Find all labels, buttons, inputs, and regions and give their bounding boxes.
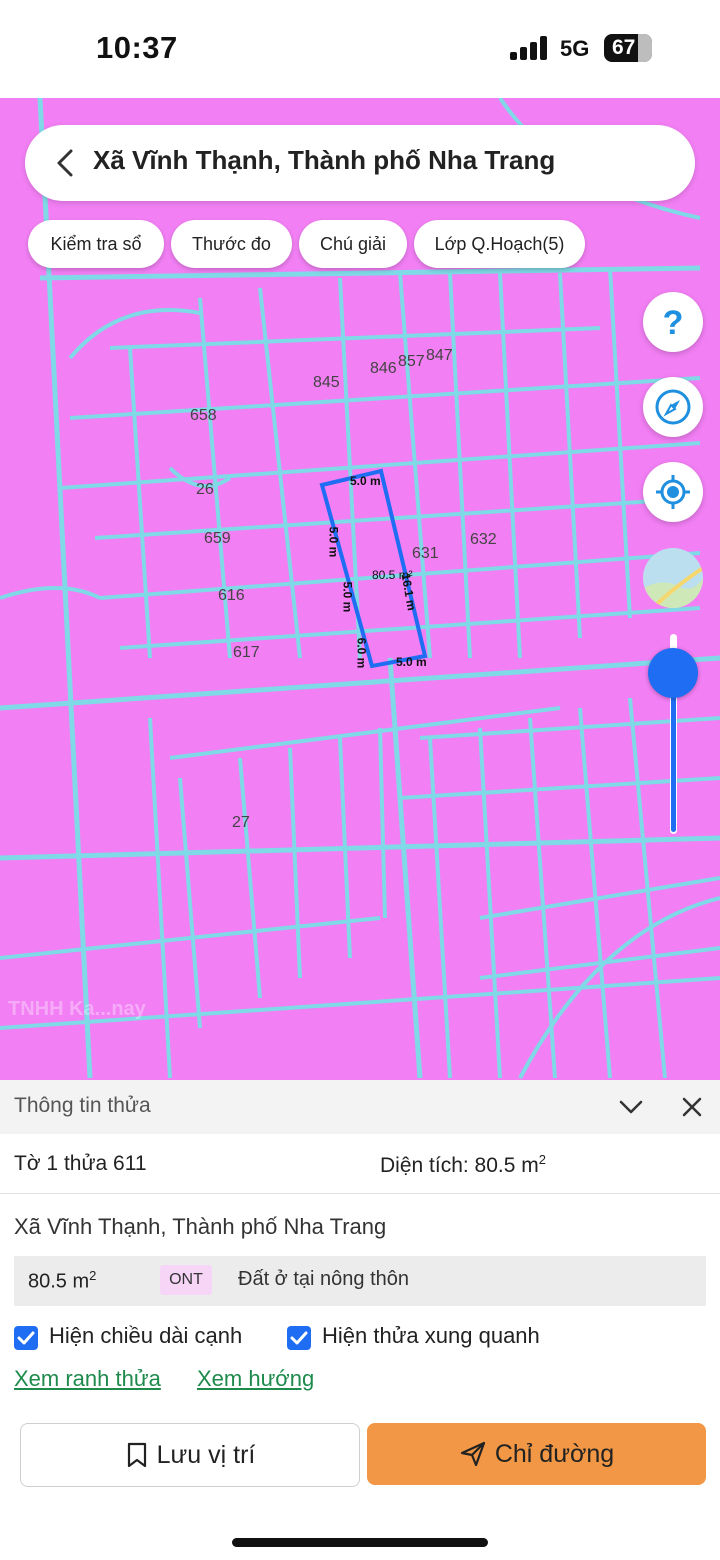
divider — [0, 1193, 720, 1194]
status-time: 10:37 — [96, 30, 178, 65]
view-direction-link[interactable]: Xem hướng — [197, 1366, 314, 1392]
parcel-label: 847 — [426, 347, 453, 364]
send-icon — [460, 1441, 485, 1467]
save-location-label: Lưu vị trí — [156, 1440, 256, 1469]
battery-level: 67 — [612, 36, 636, 59]
chip-measure[interactable]: Thước đo — [171, 220, 292, 268]
chip-planning-layers[interactable]: Lớp Q.Hoạch(5) — [414, 220, 585, 268]
save-location-button[interactable]: Lưu vị trí — [20, 1423, 360, 1487]
parcel-info-panel: Thông tin thửa Tờ 1 thửa 611 Diện tích: … — [0, 1080, 720, 1560]
help-button[interactable]: ? — [643, 292, 703, 352]
parcel-label: 846 — [370, 360, 397, 377]
parcel-label: 631 — [412, 545, 439, 562]
question-icon: ? — [663, 304, 684, 342]
view-parcel-boundary-link[interactable]: Xem ranh thửa — [14, 1366, 161, 1392]
parcel-label: 845 — [313, 374, 340, 391]
show-edge-length-label[interactable]: Hiện chiều dài cạnh — [49, 1323, 242, 1349]
parcel-label: 658 — [190, 407, 217, 424]
svg-text:?: ? — [663, 304, 684, 342]
parcel-label: 632 — [470, 531, 497, 548]
close-icon[interactable] — [680, 1095, 704, 1119]
chip-legend[interactable]: Chú giải — [299, 220, 407, 268]
back-arrow-icon[interactable] — [47, 143, 87, 183]
map-thumbnail-icon — [643, 548, 703, 608]
parcel-label: 27 — [232, 814, 250, 831]
chevron-down-icon[interactable] — [618, 1094, 644, 1120]
parcel-area-label: 80.5 m² — [372, 568, 413, 582]
locate-icon — [656, 475, 690, 509]
parcel-address: Xã Vĩnh Thạnh, Thành phố Nha Trang — [14, 1214, 387, 1239]
compass-button[interactable] — [643, 377, 703, 437]
directions-button[interactable]: Chỉ đường — [367, 1423, 706, 1485]
panel-title: Thông tin thửa — [14, 1094, 151, 1117]
check-icon — [17, 1331, 35, 1345]
edge-length-label: 5.0 m — [396, 655, 427, 669]
check-icon — [290, 1331, 308, 1345]
panel-header: Thông tin thửa — [0, 1080, 720, 1134]
parcel-label: 616 — [218, 587, 245, 604]
sheet-parcel-number: Tờ 1 thửa 611 — [14, 1152, 147, 1175]
edge-length-label: 5.0 m — [350, 474, 381, 488]
parcel-area: Diện tích: 80.5 m2 — [380, 1152, 546, 1177]
zoom-slider-handle[interactable] — [648, 648, 698, 698]
parcel-label: 857 — [398, 353, 425, 370]
edge-length-label: 5.0 m — [340, 581, 355, 613]
watermark: TNHH Ka...nay — [8, 998, 146, 1020]
network-type: 5G — [560, 36, 590, 61]
my-location-button[interactable] — [643, 462, 703, 522]
land-use-description: Đất ở tại nông thôn — [238, 1268, 410, 1290]
home-indicator[interactable] — [232, 1538, 488, 1547]
show-surrounding-parcels-label[interactable]: Hiện thửa xung quanh — [322, 1323, 540, 1349]
signal-icon — [510, 36, 550, 60]
show-surrounding-parcels-checkbox[interactable] — [287, 1326, 311, 1350]
battery-icon: 67 — [604, 34, 652, 62]
search-bar[interactable]: Xã Vĩnh Thạnh, Thành phố Nha Trang — [25, 125, 695, 201]
bookmark-icon — [127, 1442, 146, 1468]
map-layer-button[interactable] — [643, 548, 703, 608]
land-use-code-badge: ONT — [160, 1265, 212, 1295]
directions-label: Chỉ đường — [494, 1439, 615, 1468]
search-location-text[interactable]: Xã Vĩnh Thạnh, Thành phố Nha Trang — [93, 145, 555, 176]
parcel-label: 659 — [204, 530, 231, 547]
edge-length-label: 6.0 m — [354, 637, 369, 669]
edge-length-label: 5.0 m — [326, 526, 341, 558]
show-edge-length-checkbox[interactable] — [14, 1326, 38, 1350]
compass-icon — [655, 389, 691, 425]
parcel-label: 617 — [233, 644, 260, 661]
land-use-row: 80.5 m2 ONT Đất ở tại nông thôn — [14, 1256, 706, 1306]
parcel-label: 26 — [196, 481, 214, 498]
status-bar: 10:37 5G 67 — [0, 0, 720, 100]
chip-check-book[interactable]: Kiểm tra sổ — [28, 220, 164, 268]
land-use-area: 80.5 m2 — [28, 1268, 97, 1293]
